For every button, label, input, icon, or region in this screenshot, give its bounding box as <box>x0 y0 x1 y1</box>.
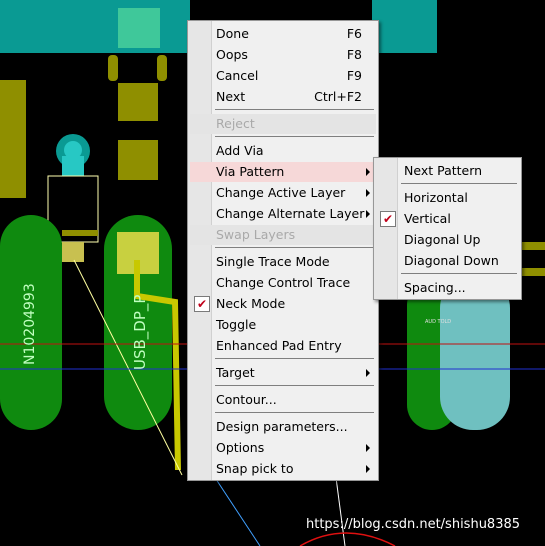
menu-item-label: Vertical <box>404 211 451 226</box>
menu-item-target[interactable]: Target <box>190 363 376 383</box>
menu-item-label: Via Pattern <box>216 164 285 179</box>
menu-item-next-pattern[interactable]: Next Pattern <box>376 161 519 181</box>
top-copper-area <box>0 0 190 53</box>
menu-item-swap-layers: Swap Layers <box>190 225 376 245</box>
menu-item-label: Done <box>216 26 249 41</box>
menu-item-neck-mode[interactable]: ✔ Neck Mode <box>190 294 376 314</box>
red-arc <box>299 532 396 546</box>
submenu-arrow-icon <box>366 168 370 176</box>
menu-item-shortcut: F9 <box>346 68 362 83</box>
menu-item-label: Horizontal <box>404 190 468 205</box>
menu-item-change-active-layer[interactable]: Change Active Layer <box>190 183 376 203</box>
submenu-arrow-icon <box>366 444 370 452</box>
hatched-pad-small <box>62 242 84 262</box>
menu-item-add-via[interactable]: Add Via <box>190 141 376 161</box>
menu-item-via-pattern[interactable]: Via Pattern <box>190 162 376 182</box>
menu-item-shortcut: F8 <box>346 47 362 62</box>
menu-separator <box>215 412 374 413</box>
menu-item-diagonal-down[interactable]: Diagonal Down <box>376 251 519 271</box>
menu-separator <box>215 358 374 359</box>
menu-item-shortcut: Ctrl+F2 <box>314 89 362 104</box>
olive-pad <box>118 83 158 121</box>
submenu-arrow-icon <box>366 465 370 473</box>
menu-item-design-parameters[interactable]: Design parameters... <box>190 417 376 437</box>
menu-item-enhanced-pad-entry[interactable]: Enhanced Pad Entry <box>190 336 376 356</box>
menu-item-label: Cancel <box>216 68 259 83</box>
context-menu: Done F6 Oops F8 Cancel F9 Next Ctrl+F2 Reject Add… <box>187 20 379 481</box>
menu-item-change-control-trace[interactable]: Change Control Trace <box>190 273 376 293</box>
menu-item-label: Toggle <box>216 317 257 332</box>
menu-item-spacing[interactable]: Spacing... <box>376 278 519 298</box>
olive-strip <box>521 242 545 250</box>
top-pad <box>118 8 160 48</box>
submenu-arrow-icon <box>366 369 370 377</box>
menu-separator <box>215 136 374 137</box>
olive-pad <box>157 55 167 81</box>
menu-item-label: Contour... <box>216 392 277 407</box>
menu-item-diagonal-up[interactable]: Diagonal Up <box>376 230 519 250</box>
menu-item-label: Snap pick to <box>216 461 294 476</box>
menu-item-label: Change Alternate Layer <box>216 206 365 221</box>
olive-pad <box>118 140 158 180</box>
check-icon: ✔ <box>380 211 396 227</box>
small-label: AUD TOLD <box>425 319 451 325</box>
menu-separator <box>401 183 517 184</box>
net-label: USB_DP_P <box>131 295 150 370</box>
menu-item-label: Design parameters... <box>216 419 348 434</box>
white-line <box>334 469 346 546</box>
olive-strip <box>521 268 545 276</box>
menu-item-label: Add Via <box>216 143 264 158</box>
menu-separator <box>215 247 374 248</box>
menu-item-change-alternate-layer[interactable]: Change Alternate Layer <box>190 204 376 224</box>
menu-item-label: Diagonal Down <box>404 253 499 268</box>
menu-separator <box>401 273 517 274</box>
menu-separator <box>215 385 374 386</box>
menu-item-next[interactable]: Next Ctrl+F2 <box>190 87 376 107</box>
menu-item-label: Target <box>216 365 255 380</box>
menu-item-label: Change Active Layer <box>216 185 346 200</box>
submenu-arrow-icon <box>366 189 370 197</box>
menu-item-cancel[interactable]: Cancel F9 <box>190 66 376 86</box>
via-pattern-submenu: Next Pattern Horizontal ✔ Vertical Diagonal … <box>373 157 522 300</box>
olive-trace <box>62 230 98 236</box>
top-right-copper <box>372 0 437 53</box>
menu-item-label: Options <box>216 440 265 455</box>
olive-block-left <box>0 80 26 198</box>
menu-item-label: Diagonal Up <box>404 232 481 247</box>
menu-item-toggle[interactable]: Toggle <box>190 315 376 335</box>
menu-item-label: Change Control Trace <box>216 275 351 290</box>
menu-item-label: Neck Mode <box>216 296 286 311</box>
menu-item-reject: Reject <box>190 114 376 134</box>
menu-item-contour[interactable]: Contour... <box>190 390 376 410</box>
menu-item-label: Spacing... <box>404 280 466 295</box>
submenu-arrow-icon <box>366 210 370 218</box>
menu-item-snap-pick-to[interactable]: Snap pick to <box>190 459 376 479</box>
menu-item-shortcut: F6 <box>346 26 362 41</box>
menu-separator <box>215 109 374 110</box>
menu-item-label: Next Pattern <box>404 163 483 178</box>
watermark: https://blog.csdn.net/shishu8385 <box>306 517 521 532</box>
menu-item-vertical[interactable]: ✔ Vertical <box>376 209 519 229</box>
cyan-line <box>209 469 261 546</box>
menu-item-options[interactable]: Options <box>190 438 376 458</box>
menu-item-label: Oops <box>216 47 248 62</box>
check-icon: ✔ <box>194 296 210 312</box>
menu-item-label: Single Trace Mode <box>216 254 330 269</box>
menu-item-label: Reject <box>216 116 255 131</box>
menu-item-label: Enhanced Pad Entry <box>216 338 342 353</box>
menu-item-done[interactable]: Done F6 <box>190 24 376 44</box>
menu-item-label: Swap Layers <box>216 227 296 242</box>
menu-item-label: Next <box>216 89 246 104</box>
via-neck <box>62 156 84 176</box>
menu-item-horizontal[interactable]: Horizontal <box>376 188 519 208</box>
olive-pad <box>108 55 118 81</box>
net-label: N10204993 <box>22 283 38 365</box>
menu-item-oops[interactable]: Oops F8 <box>190 45 376 65</box>
menu-item-single-trace-mode[interactable]: Single Trace Mode <box>190 252 376 272</box>
